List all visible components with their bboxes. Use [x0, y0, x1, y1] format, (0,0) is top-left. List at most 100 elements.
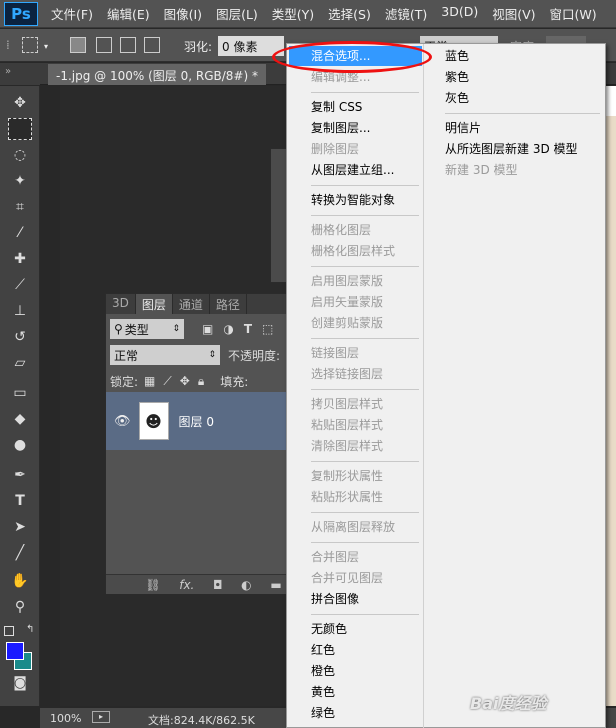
menu-item[interactable]: 图层(L) — [209, 4, 265, 23]
layer-filter-select[interactable]: ⚲ 类型 ⇕ — [110, 319, 184, 339]
annotation-ring — [272, 41, 432, 73]
menu-item[interactable]: 图像(I) — [157, 4, 209, 23]
chevron-down-icon[interactable]: ▾ — [44, 42, 48, 51]
context-menu-item[interactable]: 紫色 — [425, 67, 605, 87]
history-brush-tool-icon[interactable]: ↺ — [8, 326, 32, 348]
zoom-tool-icon[interactable]: ⚲ — [8, 596, 32, 618]
menu-item[interactable]: 3D(D) — [434, 4, 485, 23]
layer-thumbnail: ☻ — [138, 402, 169, 440]
context-menu-item[interactable]: 黄色 — [289, 682, 422, 702]
filter-adjustment-icon[interactable]: ◑ — [223, 322, 233, 336]
hand-tool-icon[interactable]: ✋ — [8, 570, 32, 592]
fx-icon[interactable]: fx. — [179, 578, 194, 592]
path-selection-tool-icon[interactable]: ➤ — [8, 516, 32, 538]
menu-item[interactable]: 类型(Y) — [265, 4, 321, 23]
menu-item[interactable]: 文件(F) — [44, 4, 100, 23]
context-menu-item[interactable]: 明信片 — [425, 118, 605, 138]
panel-tab[interactable]: 路径 — [210, 294, 247, 314]
context-menu-item[interactable]: 蓝色 — [425, 46, 605, 66]
panel-tab[interactable]: 3D — [106, 294, 136, 314]
crop-tool-icon[interactable]: ⌗ — [8, 196, 32, 218]
default-colors-icon[interactable] — [4, 626, 14, 636]
move-tool-icon[interactable]: ✥ — [8, 92, 32, 114]
add-mask-icon[interactable]: ◘ — [213, 578, 223, 592]
clone-stamp-tool-icon[interactable]: ⊥ — [8, 300, 32, 322]
context-menu-item: 复制形状属性 — [311, 469, 384, 483]
marquee-tool-icon[interactable] — [8, 118, 32, 140]
fill-label: 填充: — [220, 374, 249, 389]
lock-transparent-icon[interactable]: ▦ — [144, 374, 155, 388]
new-selection-icon[interactable] — [70, 37, 86, 53]
context-menu-item: 启用图层蒙版 — [311, 274, 384, 288]
chevron-updown-icon: ⇕ — [208, 350, 216, 360]
quick-mask-icon[interactable]: ◙ — [8, 672, 32, 694]
menu-separator — [311, 512, 419, 513]
context-menu-item[interactable]: 灰色 — [425, 88, 605, 108]
menu-item[interactable]: 编辑(E) — [100, 4, 157, 23]
opacity-label: 不透明度: — [228, 348, 281, 363]
lock-all-icon[interactable]: 🔒︎ — [198, 374, 204, 389]
context-menu-item[interactable]: 红色 — [289, 640, 422, 660]
panel-tab[interactable]: 通道 — [173, 294, 210, 314]
zoom-level[interactable]: 100% — [50, 712, 81, 725]
adjustment-layer-icon[interactable]: ◐ — [241, 578, 251, 592]
blend-mode-value: 正常 — [114, 348, 139, 363]
menu-separator — [311, 542, 419, 543]
menu-separator — [311, 614, 419, 615]
menu-item[interactable]: 滤镜(T) — [378, 4, 434, 23]
subtract-selection-icon[interactable] — [120, 37, 136, 53]
pen-tool-icon[interactable]: ✒ — [8, 464, 32, 486]
visibility-eye-icon[interactable]: 👁︎ — [114, 414, 131, 429]
gradient-tool-icon[interactable]: ▭ — [8, 382, 32, 404]
add-selection-icon[interactable] — [96, 37, 112, 53]
context-menu-item[interactable]: 橙色 — [289, 661, 422, 681]
line-tool-icon[interactable]: ╱ — [8, 542, 32, 564]
menu-separator — [311, 389, 419, 390]
context-menu-item[interactable]: 复制图层... — [289, 118, 422, 138]
context-menu-item: 栅格化图层样式 — [311, 244, 396, 258]
eraser-tool-icon[interactable]: ▱ — [8, 352, 32, 374]
chevron-updown-icon: ⇕ — [172, 324, 180, 334]
link-layers-icon[interactable]: ⛓︎ — [145, 578, 160, 592]
blur-tool-icon[interactable]: ◆ — [8, 408, 32, 430]
toolbar-collapse-button[interactable]: » — [0, 63, 40, 85]
layer-row[interactable]: 👁︎ ☻ 图层 0 — [106, 392, 291, 450]
menu-item[interactable]: 窗口(W) — [543, 4, 604, 23]
lock-paint-icon[interactable]: ⟋ — [163, 374, 171, 389]
lock-label: 锁定: — [110, 374, 139, 389]
intersect-selection-icon[interactable] — [144, 37, 160, 53]
dodge-tool-icon[interactable]: ● — [8, 434, 32, 456]
type-tool-icon[interactable]: T — [8, 490, 32, 512]
context-menu-item[interactable]: 绿色 — [289, 703, 422, 723]
context-menu-item[interactable]: 拼合图像 — [289, 589, 422, 609]
magic-wand-tool-icon[interactable]: ✦ — [8, 170, 32, 192]
lock-position-icon[interactable]: ✥ — [180, 374, 190, 388]
new-group-icon[interactable]: ▬ — [270, 578, 281, 592]
menu-item[interactable]: 视图(V) — [485, 4, 542, 23]
context-menu-item[interactable]: 转换为智能对象 — [289, 190, 422, 210]
filter-shape-icon[interactable]: ⬚ — [262, 322, 273, 336]
layer-name[interactable]: 图层 0 — [179, 413, 214, 430]
panel-tabs: 3D 图层 通道 路径 — [106, 294, 291, 314]
swap-colors-icon[interactable]: ↰ — [26, 624, 34, 635]
rect-marquee-preset-icon[interactable] — [22, 37, 38, 53]
context-menu-item[interactable]: 复制 CSS — [289, 97, 422, 117]
menu-separator — [311, 185, 419, 186]
document-tab[interactable]: -1.jpg @ 100% (图层 0, RGB/8#) * — [48, 64, 266, 85]
layer-context-menu: 混合选项... 编辑调整... 复制 CSS 复制图层... 删除图层 从图层建立组...… — [286, 43, 606, 728]
context-menu-item[interactable]: 从所选图层新建 3D 模型 — [425, 139, 605, 159]
filter-pixel-icon[interactable]: ▣ — [202, 322, 213, 336]
blend-mode-select[interactable]: 正常 ⇕ — [110, 345, 220, 365]
filter-type-icon[interactable]: T — [244, 322, 252, 336]
status-menu-icon[interactable]: ▸ — [92, 711, 110, 723]
lasso-tool-icon[interactable]: ◌ — [8, 144, 32, 166]
foreground-color-swatch[interactable] — [6, 642, 24, 660]
eyedropper-tool-icon[interactable]: ⁄ — [8, 222, 32, 244]
brush-tool-icon[interactable]: ⟋ — [8, 274, 32, 296]
panel-tab[interactable]: 图层 — [135, 294, 173, 314]
healing-brush-tool-icon[interactable]: ✚ — [8, 248, 32, 270]
context-menu-item[interactable]: 无颜色 — [289, 619, 422, 639]
context-menu-item[interactable]: 从图层建立组... — [289, 160, 422, 180]
menu-item[interactable]: 选择(S) — [321, 4, 378, 23]
layer-filter-value: 类型 — [124, 322, 149, 337]
